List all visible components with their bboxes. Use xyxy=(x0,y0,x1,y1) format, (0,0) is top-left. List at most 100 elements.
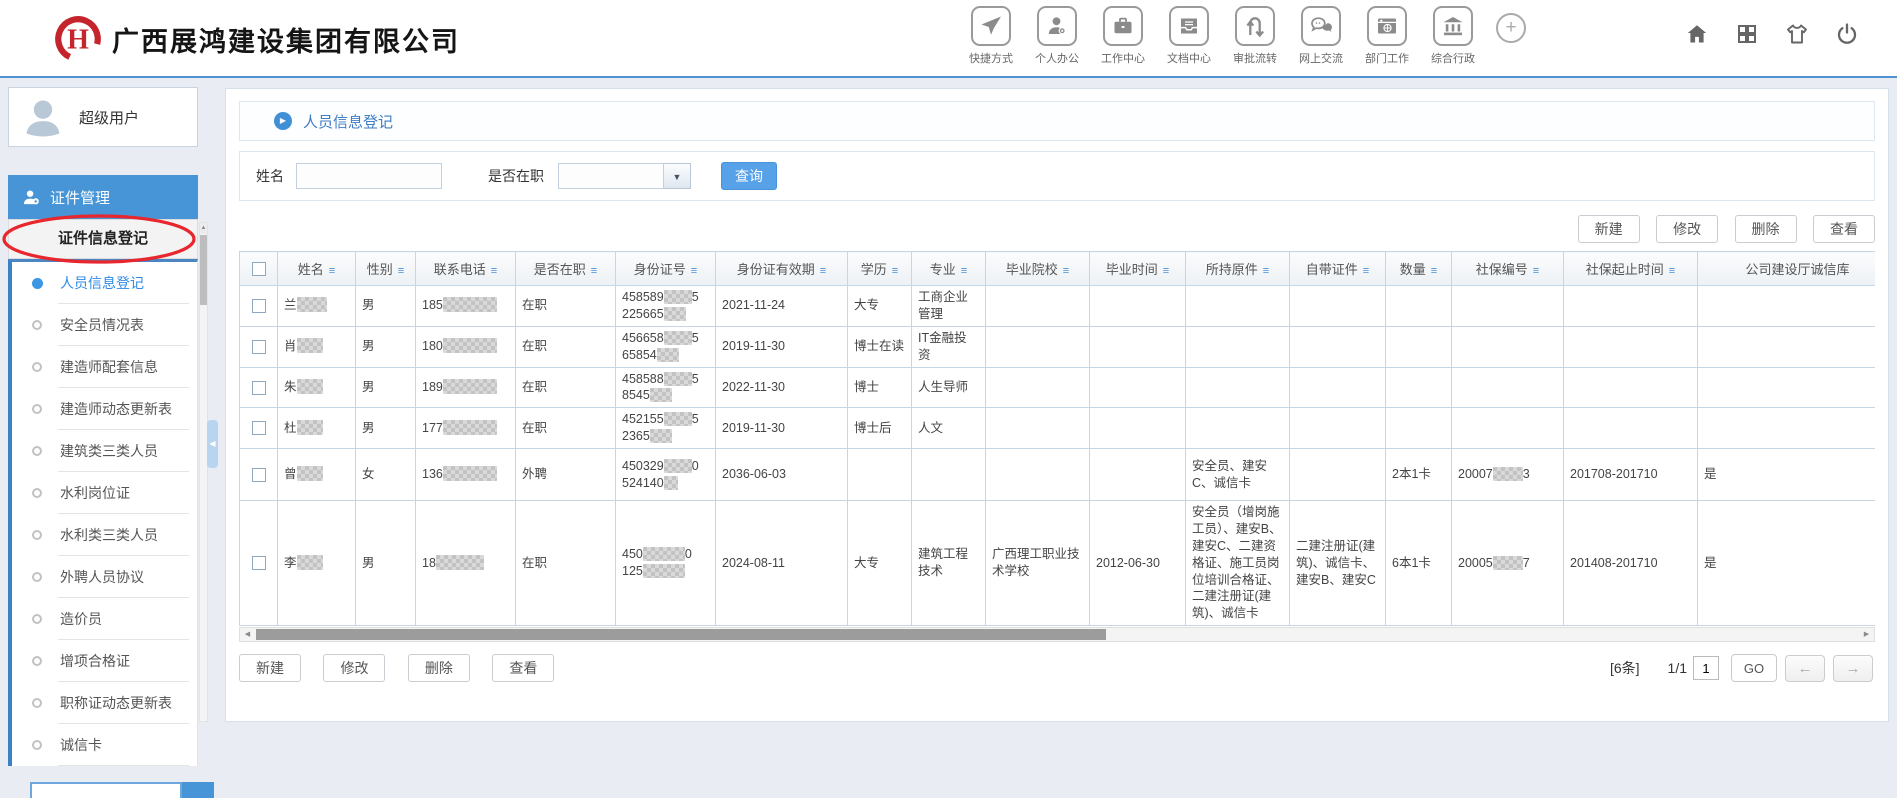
next-page-button[interactable]: → xyxy=(1833,655,1873,682)
chevron-down-icon[interactable]: ▼ xyxy=(664,163,691,189)
sort-icon[interactable]: ≡ xyxy=(591,265,597,277)
top-view-button[interactable]: 查看 xyxy=(1813,215,1875,243)
column-header-id_number[interactable]: 身份证号≡ xyxy=(616,252,716,286)
column-header-own_certs[interactable]: 自带证件≡ xyxy=(1290,252,1386,286)
sort-icon[interactable]: ≡ xyxy=(820,265,826,277)
sort-icon[interactable]: ≡ xyxy=(961,265,967,277)
sort-icon[interactable]: ≡ xyxy=(1163,265,1169,277)
column-header-name[interactable]: 姓名≡ xyxy=(278,252,356,286)
prev-page-button[interactable]: ← xyxy=(1785,655,1825,682)
sidebar-scrollbar[interactable]: ▲ xyxy=(199,222,208,722)
nav-item-briefcase[interactable]: 工作中心 xyxy=(1090,6,1156,66)
sidebar-bottom-button[interactable] xyxy=(182,782,214,798)
column-header-ss_period[interactable]: 社保起止时间≡ xyxy=(1564,252,1698,286)
view-button[interactable]: 查看 xyxy=(492,654,554,682)
nav-item-inbox[interactable]: 文档中心 xyxy=(1156,6,1222,66)
nav-item-bank[interactable]: 综合行政 xyxy=(1420,6,1486,66)
column-header-education[interactable]: 学历≡ xyxy=(848,252,912,286)
sidebar-item[interactable]: 建筑类三类人员 xyxy=(12,430,197,472)
sidebar-item[interactable]: 造价员 xyxy=(12,598,197,640)
h-scrollbar[interactable]: ◀ ▶ xyxy=(239,627,1875,642)
sidebar-group-title[interactable]: 证件信息登记 xyxy=(8,219,198,259)
sort-icon[interactable]: ≡ xyxy=(398,265,404,277)
table-row[interactable]: 朱男189在职458588585452022-11-30博士人生导师 xyxy=(240,367,1876,408)
cell-orig_certs xyxy=(1186,286,1290,327)
row-checkbox[interactable] xyxy=(252,381,266,395)
sidebar-item[interactable]: 增项合格证 xyxy=(12,640,197,682)
nav-item-window-star[interactable]: 部门工作 xyxy=(1354,6,1420,66)
sort-icon[interactable]: ≡ xyxy=(491,265,497,277)
sort-icon[interactable]: ≡ xyxy=(1063,265,1069,277)
column-header-orig_certs[interactable]: 所持原件≡ xyxy=(1186,252,1290,286)
sidebar-scroll-thumb[interactable] xyxy=(200,235,207,305)
search-button[interactable]: 查询 xyxy=(721,162,777,190)
table-row[interactable]: 肖男180在职4566585658542019-11-30博士在读IT金融投资 xyxy=(240,326,1876,367)
row-checkbox[interactable] xyxy=(252,556,266,570)
edit-button[interactable]: 修改 xyxy=(323,654,385,682)
sort-icon[interactable]: ≡ xyxy=(1431,265,1437,277)
column-header-major[interactable]: 专业≡ xyxy=(912,252,986,286)
cell-qty xyxy=(1386,286,1452,327)
delete-button[interactable]: 删除 xyxy=(408,654,470,682)
nav-item-paper-plane[interactable]: 快捷方式 xyxy=(958,6,1024,66)
column-header-school[interactable]: 毕业院校≡ xyxy=(986,252,1090,286)
name-input[interactable] xyxy=(296,163,442,189)
sidebar-item[interactable]: 建造师配套信息 xyxy=(12,346,197,388)
row-checkbox[interactable] xyxy=(252,468,266,482)
row-checkbox[interactable] xyxy=(252,299,266,313)
employed-select-value[interactable] xyxy=(558,163,664,189)
row-checkbox[interactable] xyxy=(252,340,266,354)
scroll-thumb[interactable] xyxy=(256,629,1106,640)
sidebar-item[interactable]: 水利岗位证 xyxy=(12,472,197,514)
sidebar-item[interactable]: 安全员情况表 xyxy=(12,304,197,346)
page-input[interactable] xyxy=(1693,656,1719,680)
table-row[interactable]: 李男18在职45001252024-08-11大专建筑工程技术广西理工职业技术学… xyxy=(240,501,1876,626)
sort-icon[interactable]: ≡ xyxy=(1533,265,1539,277)
nav-item-chat[interactable]: 网上交流 xyxy=(1288,6,1354,66)
top-delete-button[interactable]: 删除 xyxy=(1735,215,1797,243)
sort-icon[interactable]: ≡ xyxy=(1263,265,1269,277)
sidebar-item[interactable]: 职称证动态更新表 xyxy=(12,682,197,724)
top-edit-button[interactable]: 修改 xyxy=(1656,215,1718,243)
sort-icon[interactable]: ≡ xyxy=(1363,265,1369,277)
cell-id_valid: 2022-11-30 xyxy=(716,367,848,408)
nav-item-person[interactable]: 个人办公 xyxy=(1024,6,1090,66)
sidebar-item[interactable]: 诚信卡 xyxy=(12,724,197,766)
sidebar-collapse-handle[interactable]: ◀ xyxy=(207,420,218,468)
add-shortcut-button[interactable]: + xyxy=(1496,13,1526,43)
table-row[interactable]: 杜男177在职452155523652019-11-30博士后人文 xyxy=(240,408,1876,449)
sort-icon[interactable]: ≡ xyxy=(329,265,335,277)
cell-phone: 18 xyxy=(416,501,516,626)
row-checkbox[interactable] xyxy=(252,421,266,435)
shirt-icon[interactable] xyxy=(1785,22,1809,46)
sidebar-item[interactable]: 外聘人员协议 xyxy=(12,556,197,598)
nav-item-flow[interactable]: 审批流转 xyxy=(1222,6,1288,66)
column-header-ssn[interactable]: 社保编号≡ xyxy=(1452,252,1564,286)
top-create-button[interactable]: 新建 xyxy=(1578,215,1640,243)
scroll-right-button[interactable]: ▶ xyxy=(1859,628,1874,641)
sort-icon[interactable]: ≡ xyxy=(1669,265,1675,277)
column-header-gender[interactable]: 性别≡ xyxy=(356,252,416,286)
column-header-qty[interactable]: 数量≡ xyxy=(1386,252,1452,286)
scroll-up-icon[interactable]: ▲ xyxy=(200,223,207,234)
sidebar-section-header[interactable]: 证件管理 xyxy=(8,175,198,219)
scroll-left-button[interactable]: ◀ xyxy=(240,628,255,641)
employed-select[interactable]: ▼ xyxy=(558,163,691,189)
power-icon[interactable] xyxy=(1835,22,1859,46)
create-button[interactable]: 新建 xyxy=(239,654,301,682)
column-header-employed[interactable]: 是否在职≡ xyxy=(516,252,616,286)
grid-icon[interactable] xyxy=(1735,22,1759,46)
select-all-checkbox[interactable] xyxy=(252,262,266,276)
sidebar-item[interactable]: 建造师动态更新表 xyxy=(12,388,197,430)
sidebar-item[interactable]: 水利类三类人员 xyxy=(12,514,197,556)
home-icon[interactable] xyxy=(1685,22,1709,46)
sidebar-item[interactable]: 人员信息登记 xyxy=(12,262,197,304)
column-header-phone[interactable]: 联系电话≡ xyxy=(416,252,516,286)
sort-icon[interactable]: ≡ xyxy=(892,265,898,277)
column-header-grad_time[interactable]: 毕业时间≡ xyxy=(1090,252,1186,286)
column-header-id_valid[interactable]: 身份证有效期≡ xyxy=(716,252,848,286)
go-button[interactable]: GO xyxy=(1731,654,1777,682)
table-row[interactable]: 兰男185在职45858952256652021-11-24大专工商企业管理 xyxy=(240,286,1876,327)
sort-icon[interactable]: ≡ xyxy=(691,265,697,277)
table-row[interactable]: 曾女136外聘45032905241402036-06-03安全员、建安C、诚信… xyxy=(240,449,1876,501)
